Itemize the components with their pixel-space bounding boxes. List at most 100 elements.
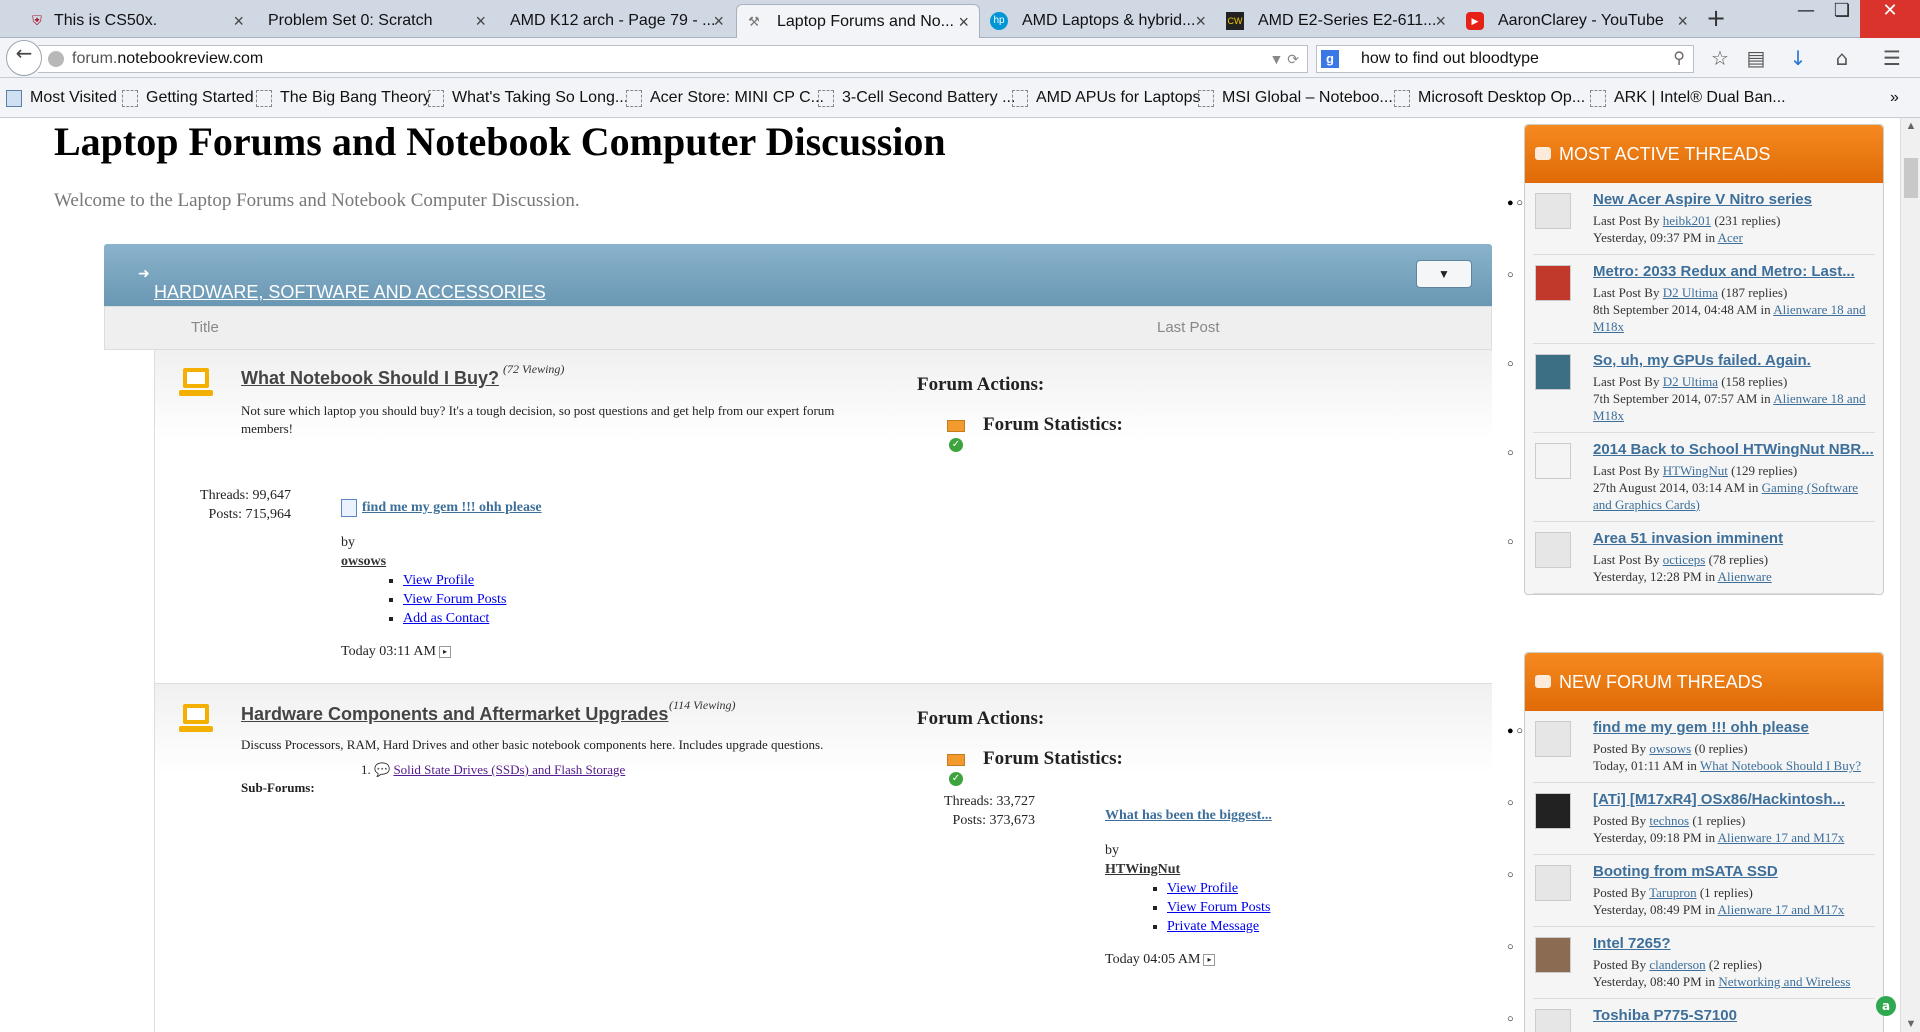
private-message-link[interactable]: Private Message <box>1167 919 1259 934</box>
user-link[interactable]: Tarupron <box>1649 885 1696 900</box>
avatar[interactable] <box>1535 937 1571 973</box>
view-forum-posts-link[interactable]: View Forum Posts <box>1167 900 1270 915</box>
last-post-link[interactable]: What has been the biggest... <box>1105 808 1272 823</box>
user-link[interactable]: heibk201 <box>1663 213 1711 228</box>
add-contact-link[interactable]: Add as Contact <box>403 611 489 626</box>
tab-amd-k12[interactable]: AMD K12 arch - Page 79 - ... × <box>498 4 734 38</box>
download-arrow-icon[interactable]: ↓ <box>1784 44 1812 72</box>
avatar[interactable] <box>1535 532 1571 568</box>
home-icon[interactable]: ⌂ <box>1828 44 1856 72</box>
thread-title-link[interactable]: find me my gem !!! ohh please <box>1593 719 1875 736</box>
bookmark-most-visited[interactable]: Most Visited <box>6 89 117 107</box>
avatar[interactable] <box>1535 193 1571 229</box>
tab-amd-e2[interactable]: CW AMD E2-Series E2-611... × <box>1218 4 1456 38</box>
collapse-toggle-icon[interactable]: ▼ <box>1416 260 1472 288</box>
close-tab-icon[interactable]: × <box>233 4 244 38</box>
forum-actions-label[interactable]: Forum Actions: <box>917 708 1044 730</box>
subforum-link[interactable]: Solid State Drives (SSDs) and Flash Stor… <box>393 762 625 777</box>
bookmark-acer-store[interactable]: Acer Store: MINI CP C... <box>626 89 824 107</box>
bookmark-3cell-battery[interactable]: 3-Cell Second Battery ... <box>818 89 1015 107</box>
thread-title-link[interactable]: Toshiba P775-S7100 <box>1593 1007 1875 1024</box>
url-bar[interactable]: forum.notebookreview.com ▼ ⟳ <box>38 45 1308 73</box>
scroll-up-icon[interactable]: ▲ <box>1904 120 1918 132</box>
addon-shield-icon[interactable]: a <box>1876 996 1896 1016</box>
bookmarks-overflow-icon[interactable]: » <box>1890 89 1899 107</box>
bookmark-ark-intel[interactable]: ARK | Intel® Dual Ban... <box>1590 89 1786 107</box>
forum-title-link[interactable]: Hardware Components and Aftermarket Upgr… <box>241 704 668 725</box>
user-link[interactable]: octiceps <box>1663 552 1706 567</box>
go-to-post-icon[interactable]: ▸ <box>438 645 451 658</box>
close-tab-icon[interactable]: × <box>475 4 486 38</box>
avatar[interactable] <box>1535 443 1571 479</box>
tab-amd-laptops[interactable]: hp AMD Laptops & hybrid... × <box>982 4 1216 38</box>
close-tab-icon[interactable]: × <box>1195 4 1206 38</box>
close-tab-icon[interactable]: × <box>713 4 724 38</box>
scroll-down-icon[interactable]: ▼ <box>1904 1018 1918 1030</box>
view-profile-link[interactable]: View Profile <box>1167 881 1238 896</box>
menu-icon[interactable]: ☰ <box>1878 44 1906 72</box>
close-tab-icon[interactable]: × <box>1677 4 1688 38</box>
thread-title-link[interactable]: 2014 Back to School HTWingNut NBR... <box>1593 441 1875 458</box>
thread-title-link[interactable]: Area 51 invasion imminent <box>1593 530 1875 547</box>
user-link[interactable]: technos <box>1649 813 1689 828</box>
tab-laptop-forums[interactable]: ⚒ Laptop Forums and No... × <box>736 4 980 38</box>
bookmark-msi-global[interactable]: MSI Global – Noteboo... <box>1198 89 1393 107</box>
back-arrow-icon[interactable]: ← <box>6 40 42 76</box>
forum-link[interactable]: Alienware 17 and M17x <box>1718 902 1845 917</box>
last-post-link[interactable]: find me my gem !!! ohh please <box>362 500 542 515</box>
thread-title-link[interactable]: Intel 7265? <box>1593 935 1875 952</box>
forum-actions-label[interactable]: Forum Actions: <box>917 374 1044 396</box>
forum-statistics-label[interactable]: Forum Statistics: <box>983 414 1123 436</box>
tab-pset0[interactable]: Problem Set 0: Scratch × <box>256 4 496 38</box>
user-link[interactable]: owsows <box>1649 741 1691 756</box>
bookmark-taking-so-long[interactable]: What's Taking So Long... <box>428 89 628 107</box>
go-to-post-icon[interactable]: ▸ <box>1203 953 1216 966</box>
forum-title-link[interactable]: What Notebook Should I Buy? <box>241 368 499 389</box>
view-profile-link[interactable]: View Profile <box>403 573 474 588</box>
avatar[interactable] <box>1535 1009 1571 1032</box>
view-forum-posts-link[interactable]: View Forum Posts <box>403 592 506 607</box>
tab-youtube[interactable]: ▶ AaronClarey - YouTube × <box>1458 4 1698 38</box>
bookmark-getting-started[interactable]: Getting Started <box>122 89 254 107</box>
user-link[interactable]: D2 Ultima <box>1663 285 1718 300</box>
user-link[interactable]: D2 Ultima <box>1663 374 1718 389</box>
forum-link[interactable]: Alienware 17 and M17x <box>1718 830 1845 845</box>
thread-title-link[interactable]: New Acer Aspire V Nitro series <box>1593 191 1875 208</box>
reading-list-icon[interactable]: ▤ <box>1742 44 1770 72</box>
bookmark-big-bang[interactable]: The Big Bang Theory <box>256 89 431 107</box>
forum-link[interactable]: Networking and Wireless <box>1718 974 1850 989</box>
forum-link[interactable]: Alienware <box>1718 569 1772 584</box>
rss-icon[interactable] <box>947 420 965 432</box>
bookmark-microsoft[interactable]: Microsoft Desktop Op... <box>1394 89 1585 107</box>
avatar[interactable] <box>1535 793 1571 829</box>
tab-cs50[interactable]: ⛨ This is CS50x. × <box>20 4 254 38</box>
reload-icon[interactable]: ▼ ⟳ <box>1270 46 1299 72</box>
forum-statistics-label[interactable]: Forum Statistics: <box>983 748 1123 770</box>
forum-link[interactable]: Acer <box>1718 230 1743 245</box>
thread-title-link[interactable]: So, uh, my GPUs failed. Again. <box>1593 352 1875 369</box>
bookmark-star-icon[interactable]: ☆ <box>1706 44 1734 72</box>
close-tab-icon[interactable]: × <box>1435 4 1446 38</box>
username-link[interactable]: HTWingNut <box>1105 862 1180 877</box>
search-input[interactable]: g how to find out bloodtype ⚲ <box>1316 45 1694 73</box>
page-scrollbar[interactable]: ▲ ▼ <box>1900 118 1920 1032</box>
rss-icon[interactable] <box>947 754 965 766</box>
thread-title-link[interactable]: Booting from mSATA SSD <box>1593 863 1875 880</box>
close-tab-icon[interactable]: × <box>958 5 969 38</box>
avatar[interactable] <box>1535 265 1571 301</box>
avatar[interactable] <box>1535 354 1571 390</box>
scrollbar-thumb[interactable] <box>1904 158 1918 198</box>
thread-title-link[interactable]: [ATi] [M17xR4] OSx86/Hackintosh... <box>1593 791 1875 808</box>
forum-link[interactable]: What Notebook Should I Buy? <box>1700 758 1861 773</box>
category-link[interactable]: HARDWARE, SOFTWARE AND ACCESSORIES <box>154 282 546 303</box>
search-icon[interactable]: ⚲ <box>1673 46 1685 72</box>
user-link[interactable]: clanderson <box>1649 957 1705 972</box>
user-link[interactable]: HTWingNut <box>1663 463 1728 478</box>
avatar[interactable] <box>1535 721 1571 757</box>
new-tab-icon[interactable]: + <box>1706 4 1726 32</box>
close-window-icon[interactable]: ✕ <box>1860 0 1920 38</box>
thread-title-link[interactable]: Metro: 2033 Redux and Metro: Last... <box>1593 263 1875 280</box>
bookmark-amd-apus[interactable]: AMD APUs for Laptops <box>1012 89 1201 107</box>
avatar[interactable] <box>1535 865 1571 901</box>
username-link[interactable]: owsows <box>341 554 386 569</box>
